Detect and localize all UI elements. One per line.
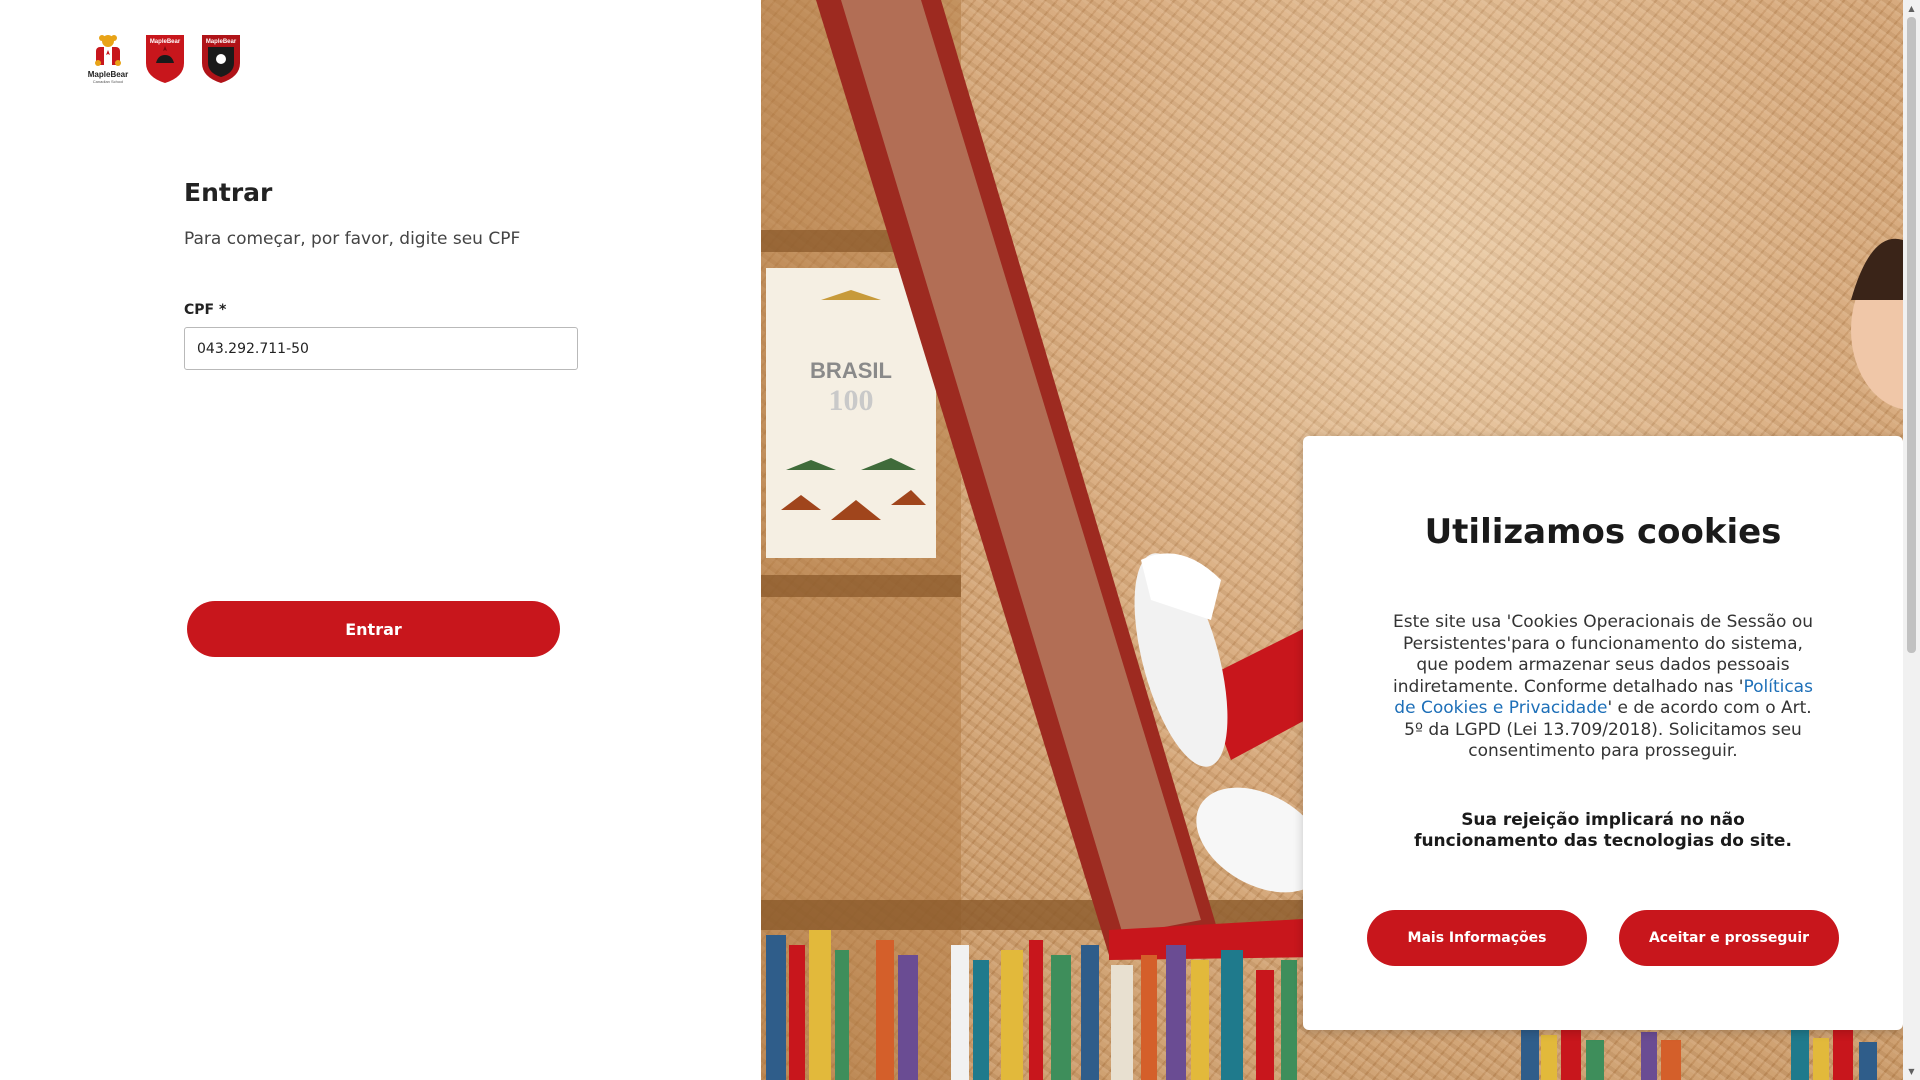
logo-group: MapleBear Canadian School MapleBear Mapl… [84, 33, 244, 85]
logo-text: MapleBear [88, 70, 128, 79]
page-scrollbar[interactable]: ▲ ▼ [1903, 0, 1920, 1080]
login-button[interactable]: Entrar [187, 601, 560, 657]
cookie-consent-modal: Utilizamos cookies Este site usa 'Cookie… [1303, 436, 1903, 1030]
book-number: 100 [829, 384, 874, 417]
cookie-title: Utilizamos cookies [1424, 512, 1782, 552]
shelf-board [761, 575, 961, 597]
maple-bear-dark-shield-logo: MapleBear [202, 35, 240, 83]
logo-text: MapleBear [206, 39, 237, 45]
maple-bear-canadian-school-logo: MapleBear Canadian School [88, 35, 128, 84]
cookie-description: Este site usa 'Cookies Operacionais de S… [1388, 612, 1818, 763]
logo-text: MapleBear [150, 39, 181, 45]
more-info-button[interactable]: Mais Informações [1367, 910, 1587, 966]
brasil-book: BRASIL 100 [766, 268, 936, 558]
scrollbar-thumb[interactable] [1907, 17, 1916, 653]
login-subtitle: Para começar, por favor, digite seu CPF [184, 229, 521, 249]
cookie-warning: Sua rejeição implicará no não funcioname… [1414, 810, 1792, 851]
cpf-label: CPF * [184, 302, 227, 318]
cpf-input[interactable] [184, 327, 578, 370]
scroll-down-icon[interactable]: ▼ [1903, 1063, 1920, 1080]
login-panel: MapleBear Canadian School MapleBear Mapl… [0, 0, 761, 1080]
login-title: Entrar [184, 178, 273, 207]
logo-subtext: Canadian School [93, 79, 124, 84]
maple-bear-red-shield-logo: MapleBear [146, 35, 184, 83]
book-title: BRASIL [810, 358, 892, 383]
scroll-up-icon[interactable]: ▲ [1903, 0, 1920, 17]
accept-cookies-button[interactable]: Aceitar e prosseguir [1619, 910, 1839, 966]
login-page: MapleBear Canadian School MapleBear Mapl… [0, 0, 1920, 1080]
